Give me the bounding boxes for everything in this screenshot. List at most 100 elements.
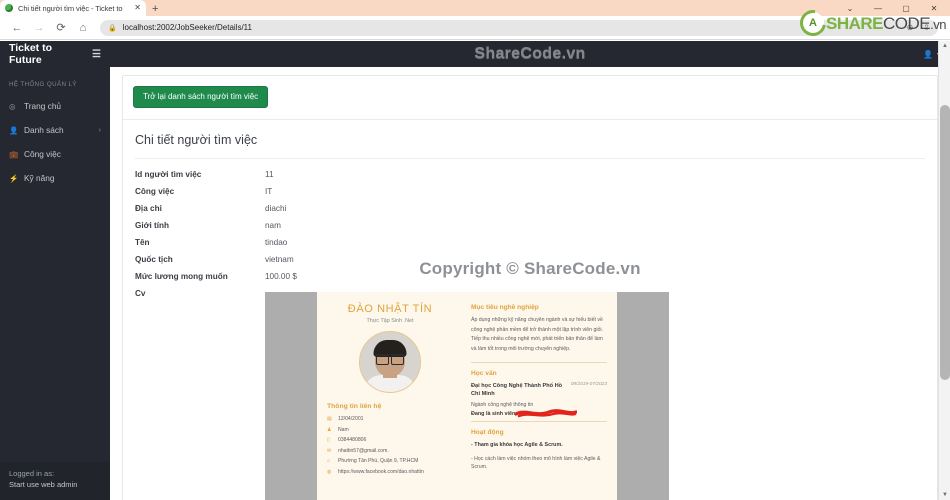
vertical-scrollbar[interactable]: ▲ ▼ <box>938 41 950 500</box>
cv-letterbox-right <box>617 292 669 500</box>
window-close-icon[interactable]: ✕ <box>920 0 948 16</box>
detail-row: Công việc IT <box>135 187 925 196</box>
back-icon[interactable]: ← <box>6 17 28 39</box>
detail-label: Địa chỉ <box>135 204 162 213</box>
cv-full-name: ĐÀO NHẬT TÍN <box>347 303 433 315</box>
detail-value: 11 <box>265 170 274 179</box>
divider <box>471 421 607 423</box>
browser-window: Chi tiết người tìm việc - Ticket to ✕ + … <box>0 0 950 500</box>
hamburger-icon[interactable]: ☰ <box>92 49 101 60</box>
detail-value-cv: ĐÀO NHẬT TÍN Thực Tập Sinh .Net Thông ti… <box>265 289 669 500</box>
cv-activity-item: - Học cách làm việc nhóm theo mô hình là… <box>471 455 601 471</box>
back-to-list-button[interactable]: Trở lại danh sách người tìm việc <box>133 86 269 108</box>
lock-icon: 🔒 <box>108 24 117 32</box>
sidebar-item-ky-nang[interactable]: ⚡ Kỹ năng <box>0 166 110 190</box>
cv-right-column: Mục tiêu nghề nghiệp Áp dụng những kỹ nă… <box>463 292 617 500</box>
logged-in-label: Logged in as: <box>9 469 55 479</box>
address-bar[interactable]: 🔒 localhost:2002/JobSeeker/Details/11 ⊖ … <box>100 19 938 36</box>
maximize-icon[interactable]: ▢ <box>892 0 920 16</box>
logged-in-user: Start use web admin <box>9 480 78 490</box>
detail-label: Công việc <box>135 187 175 196</box>
detail-label: Cv <box>135 289 146 298</box>
detail-row: Id người tìm việc 11 <box>135 170 925 179</box>
cv-contact-item: ▤ 12/04/2001 <box>327 416 453 422</box>
card-header: Trở lại danh sách người tìm việc <box>123 76 937 120</box>
scroll-up-icon[interactable]: ▲ <box>941 43 949 49</box>
sidebar-item-label: Trang chủ <box>24 101 62 111</box>
detail-value: IT <box>265 187 273 196</box>
calendar-icon: ▤ <box>327 416 332 422</box>
sidebar-footer: Logged in as: Start use web admin <box>0 462 110 500</box>
favicon-icon <box>5 4 13 12</box>
cv-education-date: 09/2019-07/2023 <box>570 381 607 387</box>
detail-label: Tên <box>135 238 150 247</box>
sidebar-section-label: HỆ THỐNG QUẢN LÝ <box>9 81 77 88</box>
detail-list: Id người tìm việc 11 Công việc IT Địa ch… <box>135 170 925 500</box>
sidebar-item-danh-sach[interactable]: 👤 Danh sách › <box>0 118 110 142</box>
cv-contact-item: ⌂ Phường Tân Phú, Quận 9, TP.HCM <box>327 458 453 464</box>
cv-contact-item: ✉ nhattin57@gmail.com. <box>327 448 453 454</box>
zoom-icon[interactable]: ⊖ <box>907 23 914 32</box>
omnibox-actions: ⊖ ⇪ <box>907 23 930 32</box>
briefcase-icon: 💼 <box>9 149 19 159</box>
web-page: Ticket to Future ☰ HỆ THỐNG QUẢN LÝ ◎ Tr… <box>0 41 950 500</box>
redaction-scribble-icon <box>515 409 577 418</box>
close-icon[interactable]: ✕ <box>134 4 141 12</box>
home-dashboard-icon: ◎ <box>9 101 16 111</box>
sidebar-item-trang-chu[interactable]: ◎ Trang chủ <box>0 94 110 118</box>
detail-row: Mức lương mong muốn 100.00 $ <box>135 272 925 281</box>
sidebar-item-label: Danh sách <box>24 125 64 135</box>
sidebar-item-label: Công việc <box>24 149 61 159</box>
sidebar: Ticket to Future ☰ HỆ THỐNG QUẢN LÝ ◎ Tr… <box>0 41 110 500</box>
chevron-down-icon[interactable]: ⌄ <box>836 0 864 16</box>
detail-row: Tên tindao <box>135 238 925 247</box>
cv-website: https://www.facebook.com/dao.nhattin <box>338 468 424 475</box>
minimize-icon[interactable]: — <box>864 0 892 16</box>
browser-tabstrip: Chi tiết người tìm việc - Ticket to ✕ + … <box>0 0 950 16</box>
chevron-right-icon: › <box>98 126 101 134</box>
cv-objective-text: Áp dụng những kỹ năng chuyên ngành và sự… <box>471 317 604 352</box>
card-body: Chi tiết người tìm việc Id người tìm việ… <box>123 120 937 500</box>
cv-role: Thực Tập Sinh .Net <box>366 318 414 324</box>
new-tab-icon[interactable]: + <box>152 4 158 16</box>
cv-email: nhattin57@gmail.com. <box>338 447 389 454</box>
sidebar-item-label: Kỹ năng <box>24 173 55 183</box>
main-area: ShareCode.vn 👤 ▾ Trở lại danh sách người… <box>110 41 950 500</box>
detail-value: tindao <box>265 238 288 247</box>
sidebar-item-cong-viec[interactable]: 💼 Công việc <box>0 142 110 166</box>
cv-letterbox-left <box>265 292 317 500</box>
forward-icon[interactable]: → <box>28 17 50 39</box>
detail-row: Địa chỉ diachi <box>135 204 925 213</box>
share-icon[interactable]: ⇪ <box>923 23 930 32</box>
cv-portrait-photo <box>359 331 421 393</box>
cv-left-column: ĐÀO NHẬT TÍN Thực Tập Sinh .Net Thông ti… <box>317 292 463 500</box>
browser-tab[interactable]: Chi tiết người tìm việc - Ticket to ✕ <box>0 0 146 16</box>
detail-label: Quốc tịch <box>135 255 173 264</box>
browser-toolbar: ← → ⟳ ⌂ 🔒 localhost:2002/JobSeeker/Detai… <box>0 16 950 40</box>
user-avatar-icon: 👤 <box>923 49 933 59</box>
page-title: Chi tiết người tìm việc <box>135 133 925 159</box>
cv-contact-list: ▤ 12/04/2001 ♟ Nam ▯ 0384480806 ✉ nhatti… <box>327 416 453 475</box>
gender-icon: ♟ <box>327 426 332 433</box>
detail-row-cv: Cv ĐÀO NHẬT TÍN Thực Tập Sinh .Net Thông… <box>135 289 925 500</box>
brand[interactable]: Ticket to Future ☰ <box>0 41 110 67</box>
detail-value: diachi <box>265 204 287 213</box>
reload-icon[interactable]: ⟳ <box>50 17 72 39</box>
cv-contact-heading: Thông tin liên hệ <box>327 403 382 410</box>
home-icon[interactable]: ⌂ <box>72 17 94 39</box>
detail-row: Quốc tịch vietnam <box>135 255 925 264</box>
brand-label: Ticket to Future <box>9 42 52 66</box>
cv-contact-item: ▯ 0384480806 <box>327 437 453 443</box>
cv-image[interactable]: ĐÀO NHẬT TÍN Thực Tập Sinh .Net Thông ti… <box>265 292 669 500</box>
detail-row: Giới tính nam <box>135 221 925 230</box>
phone-icon: ▯ <box>327 437 330 443</box>
cv-education-row: Đại học Công Nghệ Thành Phố Hồ Chí Minh … <box>471 382 607 399</box>
detail-value: nam <box>265 221 281 230</box>
scrollbar-thumb[interactable] <box>940 105 950 380</box>
cv-gender: Nam <box>338 426 349 433</box>
detail-value: vietnam <box>265 255 294 264</box>
tab-title: Chi tiết người tìm việc - Ticket to <box>18 3 123 13</box>
scroll-down-icon[interactable]: ▼ <box>941 492 949 498</box>
cv-address: Phường Tân Phú, Quận 9, TP.HCM <box>338 458 419 464</box>
cv-education-heading: Học vấn <box>471 369 497 377</box>
